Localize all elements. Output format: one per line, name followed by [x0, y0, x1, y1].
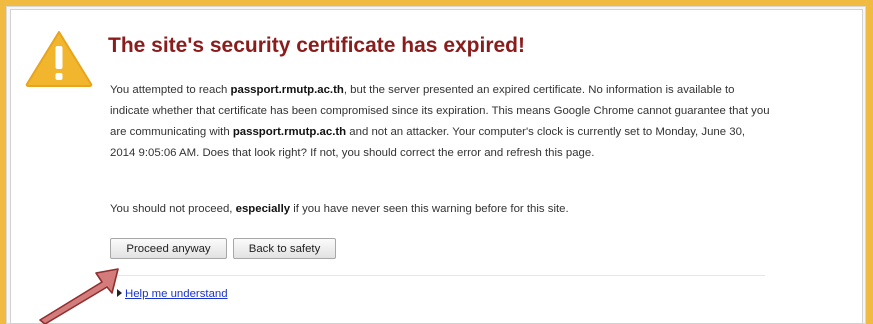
annotation-arrow-icon	[39, 268, 119, 324]
proceed-anyway-button[interactable]: Proceed anyway	[110, 238, 227, 259]
divider	[110, 275, 765, 276]
hostname: passport.rmutp.ac.th	[230, 84, 344, 96]
warning-emphasis: especially	[235, 203, 291, 215]
help-me-understand-link[interactable]: Help me understand	[125, 288, 228, 300]
warning-paragraph: You should not proceed, especially if yo…	[110, 203, 770, 215]
explanation-text: You attempted to reach	[110, 84, 231, 96]
help-disclosure[interactable]: Help me understand	[117, 288, 228, 300]
hostname: passport.rmutp.ac.th	[232, 126, 347, 138]
warning-triangle-icon	[25, 31, 93, 87]
page-title: The site's security certificate has expi…	[108, 34, 526, 57]
warning-text: You should not proceed,	[110, 203, 236, 215]
warning-text: if you have never seen this warning befo…	[290, 203, 569, 215]
back-to-safety-button[interactable]: Back to safety	[233, 238, 336, 259]
explanation-paragraph: You attempted to reach passport.rmutp.ac…	[110, 80, 770, 164]
